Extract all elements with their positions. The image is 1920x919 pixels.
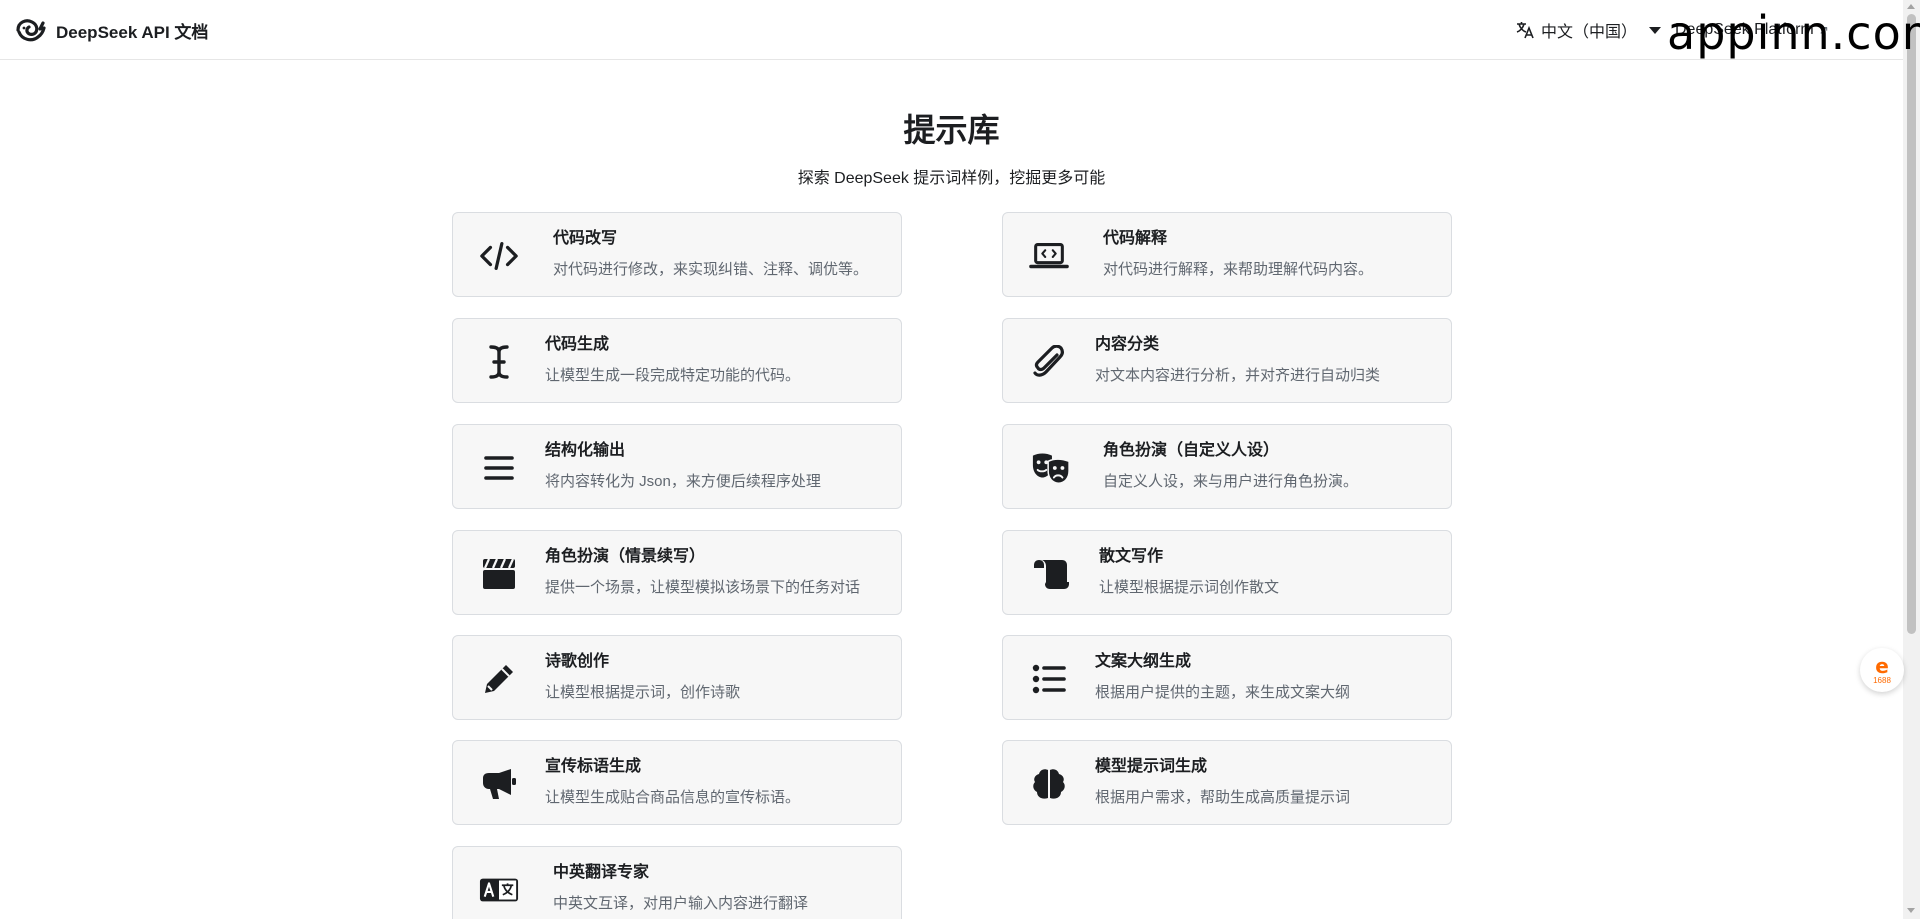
prompt-card-copy-outline[interactable]: 文案大纲生成 根据用户提供的主题，来生成文案大纲 (1002, 635, 1452, 720)
prompt-card-translation[interactable]: 中英翻译专家 中英文互译，对用户输入内容进行翻译 (452, 846, 902, 919)
language-dropdown[interactable]: 中文（中国） (1515, 19, 1662, 41)
floating-1688-widget[interactable]: e 1688 (1860, 648, 1904, 692)
prompt-card-poetry[interactable]: 诗歌创作 让模型根据提示词，创作诗歌 (452, 635, 902, 720)
card-description: 对代码进行解释，来帮助理解代码内容。 (1103, 261, 1374, 278)
card-description: 让模型根据提示词，创作诗歌 (545, 684, 741, 701)
clapperboard-icon (479, 554, 519, 594)
page-title: 提示库 (903, 112, 1000, 148)
card-description: 自定义人设，来与用户进行角色扮演。 (1103, 473, 1359, 490)
card-title: 文案大纲生成 (1095, 653, 1192, 670)
card-title: 模型提示词生成 (1095, 758, 1208, 775)
card-description: 让模型根据提示词创作散文 (1099, 579, 1280, 596)
card-description: 将内容转化为 Json，来方便后续程序处理 (545, 473, 821, 490)
language-icon (479, 870, 519, 910)
prompt-card-code-generate[interactable]: 代码生成 让模型生成一段完成特定功能的代码。 (452, 318, 902, 403)
prompt-card-model-prompt[interactable]: 模型提示词生成 根据用户需求，帮助生成高质量提示词 (1002, 740, 1452, 825)
prompt-card-prose-writing[interactable]: 散文写作 让模型根据提示词创作散文 (1002, 530, 1452, 615)
deepseek-whale-logo (16, 16, 46, 44)
brain-icon (1029, 764, 1069, 804)
theater-masks-icon (1031, 448, 1071, 488)
page-scrollbar[interactable] (1903, 0, 1920, 919)
bullhorn-icon (479, 764, 519, 804)
pencil-icon (479, 659, 519, 699)
bars-icon (479, 448, 519, 488)
translate-icon (1515, 20, 1535, 40)
prompt-card-structured-output[interactable]: 结构化输出 将内容转化为 Json，来方便后续程序处理 (452, 424, 902, 509)
card-description: 让模型生成一段完成特定功能的代码。 (545, 367, 801, 384)
widget-number: 1688 (1873, 675, 1891, 685)
chevron-down-icon (1649, 26, 1662, 34)
card-description: 中英文互译，对用户输入内容进行翻译 (553, 895, 809, 912)
prompt-card-code-explain[interactable]: 代码解释 对代码进行解释，来帮助理解代码内容。 (1002, 212, 1452, 297)
card-description: 提供一个场景，让模型模拟该场景下的任务对话 (545, 579, 861, 596)
card-title: 角色扮演（自定义人设） (1103, 442, 1280, 459)
card-title: 散文写作 (1099, 548, 1164, 565)
card-description: 对文本内容进行分析，并对齐进行自动归类 (1095, 367, 1381, 384)
card-title: 代码改写 (553, 230, 618, 247)
code-icon (479, 236, 519, 276)
laptop-code-icon (1029, 236, 1069, 276)
card-title: 中英翻译专家 (553, 864, 650, 881)
card-title: 宣传标语生成 (545, 758, 642, 775)
page-header: 提示库 探索 DeepSeek 提示词样例，挖掘更多可能 (0, 110, 1903, 190)
card-title: 结构化输出 (545, 442, 626, 459)
prompt-card-code-rewrite[interactable]: 代码改写 对代码进行修改，来实现纠错、注释、调优等。 (452, 212, 902, 297)
card-description: 对代码进行修改，来实现纠错、注释、调优等。 (553, 261, 869, 278)
prompt-card-roleplay-scenario[interactable]: 角色扮演（情景续写） 提供一个场景，让模型模拟该场景下的任务对话 (452, 530, 902, 615)
language-label: 中文（中国） (1541, 24, 1638, 41)
list-icon (1029, 659, 1069, 699)
prompt-card-content-classify[interactable]: 内容分类 对文本内容进行分析，并对齐进行自动归类 (1002, 318, 1452, 403)
card-title: 代码生成 (545, 336, 610, 353)
watermark-text: appinn.com (1667, 6, 1920, 60)
card-title: 诗歌创作 (545, 653, 610, 670)
card-title: 内容分类 (1095, 336, 1160, 353)
card-description: 根据用户需求，帮助生成高质量提示词 (1095, 789, 1351, 806)
paperclip-icon (1029, 342, 1069, 382)
scroll-thumb[interactable] (1907, 14, 1916, 634)
scroll-icon (1031, 554, 1071, 594)
brand-title: DeepSeek API 文档 (56, 22, 209, 42)
page-subtitle: 探索 DeepSeek 提示词样例，挖掘更多可能 (797, 170, 1106, 187)
card-description: 让模型生成贴合商品信息的宣传标语。 (545, 789, 801, 806)
prompt-card-slogan[interactable]: 宣传标语生成 让模型生成贴合商品信息的宣传标语。 (452, 740, 902, 825)
scroll-down-arrow-icon[interactable] (1907, 908, 1915, 913)
text-cursor-icon (479, 342, 519, 382)
brand-link[interactable]: DeepSeek API 文档 (16, 16, 208, 44)
card-title: 角色扮演（情景续写） (545, 548, 706, 565)
navbar: DeepSeek API 文档 中文（中国） DeepSeek Platform… (0, 0, 1903, 60)
prompt-card-roleplay-custom[interactable]: 角色扮演（自定义人设） 自定义人设，来与用户进行角色扮演。 (1002, 424, 1452, 509)
card-description: 根据用户提供的主题，来生成文案大纲 (1095, 684, 1351, 701)
card-title: 代码解释 (1103, 230, 1168, 247)
alibaba-logo-icon: e (1875, 653, 1889, 678)
